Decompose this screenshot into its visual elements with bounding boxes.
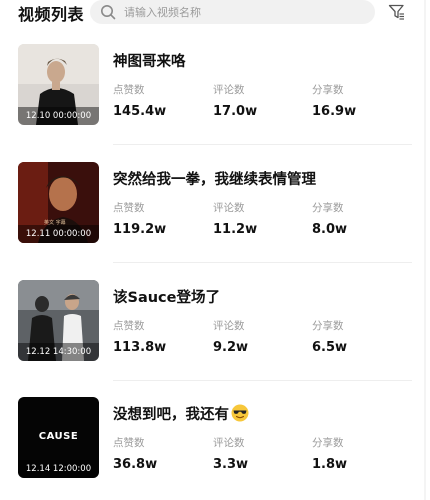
video-title-row: 没想到吧，我还有 bbox=[113, 403, 249, 424]
stat-value: 36.8w bbox=[113, 457, 158, 472]
stat-comments: 评论数 17.0w bbox=[213, 82, 313, 119]
video-title: 突然给我一拳，我继续表情管理 bbox=[113, 172, 316, 188]
video-thumbnail[interactable]: 12.10 00:00:00 bbox=[18, 44, 99, 125]
stat-label: 分享数 bbox=[312, 437, 344, 449]
stat-shares: 分享数 8.0w bbox=[312, 200, 412, 237]
stat-label: 评论数 bbox=[213, 202, 245, 214]
stat-shares: 分享数 6.5w bbox=[312, 318, 412, 355]
thumbnail-text: CAUSE bbox=[38, 431, 79, 442]
stat-label: 点赞数 bbox=[113, 202, 145, 214]
scroll-edge bbox=[424, 0, 426, 500]
stat-shares: 分享数 1.8w bbox=[312, 435, 412, 472]
stat-value: 17.0w bbox=[213, 104, 258, 119]
stat-comments: 评论数 11.2w bbox=[213, 200, 313, 237]
search-placeholder: 请输入视频名称 bbox=[124, 6, 201, 19]
video-thumbnail[interactable]: 12.12 14:30:00 bbox=[18, 280, 99, 361]
stat-value: 8.0w bbox=[312, 222, 348, 237]
search-icon bbox=[101, 5, 116, 20]
video-list-item[interactable]: 12.12 14:30:00 该Sauce登场了 点赞数 113.8w 评论数 … bbox=[0, 280, 430, 380]
search-input[interactable]: 请输入视频名称 bbox=[90, 0, 375, 24]
video-title: 没想到吧，我还有 bbox=[113, 407, 229, 423]
header: 视频列表 请输入视频名称 bbox=[0, 0, 430, 26]
stat-label: 分享数 bbox=[312, 202, 344, 214]
video-list-item[interactable]: 英文 字幕 12.11 00:00:00 突然给我一拳，我继续表情管理 点赞数 … bbox=[0, 162, 430, 262]
stat-value: 9.2w bbox=[213, 340, 249, 355]
stat-label: 点赞数 bbox=[113, 320, 145, 332]
stat-value: 1.8w bbox=[312, 457, 348, 472]
stat-label: 分享数 bbox=[312, 320, 344, 332]
sunglasses-emoji-icon bbox=[231, 404, 249, 422]
divider bbox=[113, 144, 412, 145]
video-timestamp: 12.10 00:00:00 bbox=[18, 107, 99, 125]
stat-value: 113.8w bbox=[113, 340, 167, 355]
video-list-item[interactable]: CAUSE 12.14 12:00:00 没想到吧，我还有 点赞数 36.8w … bbox=[0, 397, 430, 497]
stat-likes: 点赞数 145.4w bbox=[113, 82, 213, 119]
stat-likes: 点赞数 119.2w bbox=[113, 200, 213, 237]
divider bbox=[113, 262, 412, 263]
stat-label: 点赞数 bbox=[113, 84, 145, 96]
stat-value: 6.5w bbox=[312, 340, 348, 355]
video-timestamp: 12.11 00:00:00 bbox=[18, 225, 99, 243]
video-title: 神图哥来咯 bbox=[113, 54, 186, 70]
stat-value: 3.3w bbox=[213, 457, 249, 472]
stat-label: 评论数 bbox=[213, 320, 245, 332]
stat-value: 16.9w bbox=[312, 104, 357, 119]
stat-value: 119.2w bbox=[113, 222, 167, 237]
stat-label: 分享数 bbox=[312, 84, 344, 96]
stat-label: 评论数 bbox=[213, 84, 245, 96]
stat-likes: 点赞数 36.8w bbox=[113, 435, 213, 472]
filter-icon[interactable] bbox=[388, 3, 406, 21]
video-title: 该Sauce登场了 bbox=[113, 290, 220, 306]
stat-label: 评论数 bbox=[213, 437, 245, 449]
stat-shares: 分享数 16.9w bbox=[312, 82, 412, 119]
stat-comments: 评论数 3.3w bbox=[213, 435, 313, 472]
video-thumbnail[interactable]: CAUSE 12.14 12:00:00 bbox=[18, 397, 99, 478]
page-title: 视频列表 bbox=[18, 5, 85, 24]
video-thumbnail[interactable]: 英文 字幕 12.11 00:00:00 bbox=[18, 162, 99, 243]
stat-value: 145.4w bbox=[113, 104, 167, 119]
video-timestamp: 12.12 14:30:00 bbox=[18, 343, 99, 361]
video-list-item[interactable]: 12.10 00:00:00 神图哥来咯 点赞数 145.4w 评论数 17.0… bbox=[0, 44, 430, 144]
stat-value: 11.2w bbox=[213, 222, 258, 237]
stat-label: 点赞数 bbox=[113, 437, 145, 449]
stat-comments: 评论数 9.2w bbox=[213, 318, 313, 355]
stat-likes: 点赞数 113.8w bbox=[113, 318, 213, 355]
video-timestamp: 12.14 12:00:00 bbox=[18, 460, 99, 478]
divider bbox=[113, 380, 412, 381]
